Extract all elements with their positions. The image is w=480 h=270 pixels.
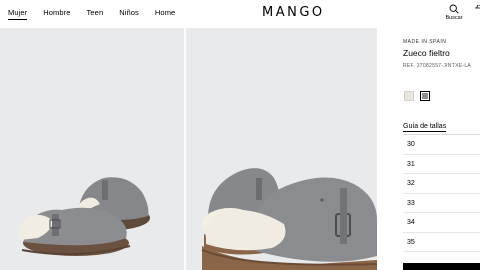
color-swatch-cream[interactable] [404, 91, 414, 101]
size-option-33[interactable]: 33 [403, 194, 480, 213]
brand-logo[interactable]: MANGO [262, 5, 325, 20]
made-in-label: MADE IN SPAIN [403, 39, 447, 45]
clog-pair-closeup-view [186, 28, 377, 270]
nav-item-home[interactable]: Home [155, 8, 175, 20]
top-header: Mujer Hombre Teen Niños Home MANGO Busca… [0, 0, 480, 28]
nav-item-teen[interactable]: Teen [87, 8, 104, 20]
add-to-cart-button[interactable] [403, 263, 480, 270]
size-option-32[interactable]: 32 [403, 174, 480, 194]
product-details: MADE IN SPAIN Zueco fieltro REF. 3708255… [403, 28, 480, 270]
product-name: Zueco fieltro [403, 48, 450, 58]
clog-pair-side-view [0, 28, 184, 270]
nav-item-mujer[interactable]: Mujer [8, 8, 28, 20]
size-guide-link[interactable]: Guía de tallas [403, 123, 447, 132]
color-swatch-grey[interactable] [420, 91, 430, 101]
bag-icon[interactable] [474, 4, 480, 24]
product-image-1[interactable] [0, 28, 184, 270]
nav-item-ninos[interactable]: Niños [119, 8, 139, 20]
search-button[interactable]: Buscar [444, 4, 464, 21]
size-option-31[interactable]: 31 [403, 155, 480, 174]
nav-item-hombre[interactable]: Hombre [43, 8, 70, 20]
product-image-2[interactable] [186, 28, 377, 270]
product-reference: REF. 37082557-JINTXE-LA [403, 63, 472, 69]
size-list: 30 31 32 33 34 35 [403, 134, 480, 252]
main-nav: Mujer Hombre Teen Niños Home [8, 8, 191, 20]
size-option-35[interactable]: 35 [403, 233, 480, 252]
size-option-34[interactable]: 34 [403, 213, 480, 233]
search-label: Buscar [445, 15, 463, 21]
search-icon [449, 4, 459, 14]
size-option-30[interactable]: 30 [403, 135, 480, 155]
